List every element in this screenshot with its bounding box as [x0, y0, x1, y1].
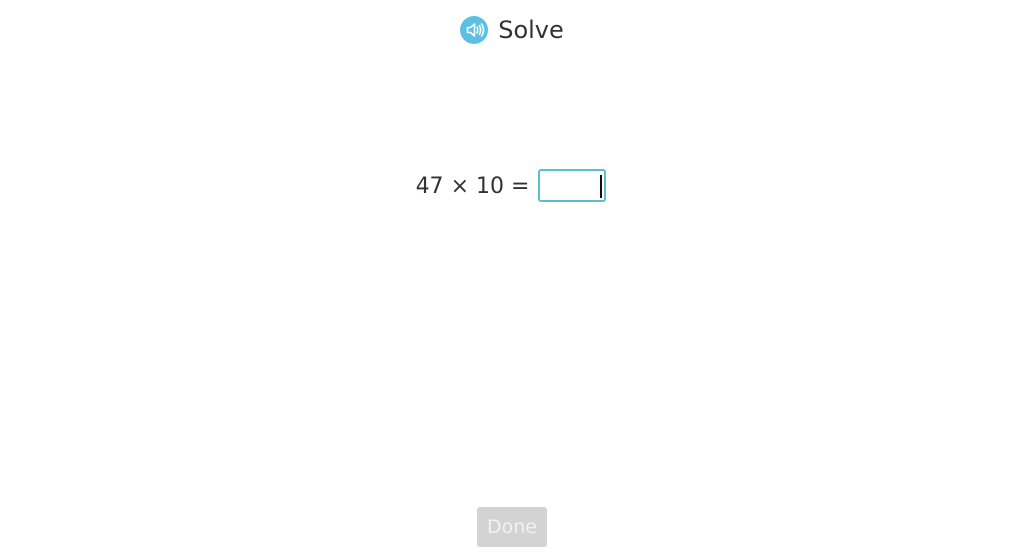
equals-sign: =	[511, 173, 530, 199]
problem-area: 47 × 10 =	[0, 168, 1024, 204]
equation: 47 × 10 =	[415, 168, 609, 204]
exercise-page: Solve 47 × 10 = Done	[0, 0, 1024, 560]
footer: Done	[0, 507, 1024, 547]
answer-input[interactable]	[538, 168, 607, 202]
speaker-audio-icon	[460, 16, 489, 44]
multiply-operator: ×	[450, 173, 469, 199]
prompt-title: Solve	[498, 16, 564, 44]
answer-input-wrapper	[538, 168, 608, 204]
read-aloud-button[interactable]	[460, 16, 489, 44]
done-button[interactable]: Done	[477, 507, 547, 547]
text-cursor	[600, 174, 603, 198]
operand-b: 10	[476, 173, 504, 199]
prompt-header: Solve	[0, 14, 1024, 46]
operand-a: 47	[415, 173, 444, 199]
